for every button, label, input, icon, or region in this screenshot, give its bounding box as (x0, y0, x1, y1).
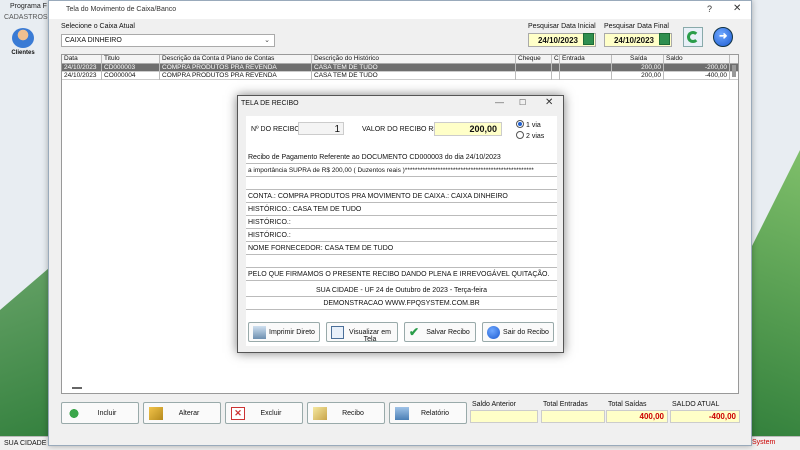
col-historico[interactable]: Descrição do Histórico (312, 55, 516, 64)
printer-icon (253, 326, 266, 339)
recibo-title: TELA DE RECIBO (241, 100, 299, 107)
clientes-icon (12, 28, 34, 48)
excluir-button[interactable]: ✕ Excluir (225, 402, 303, 424)
caixa-select[interactable]: CAIXA DINHEIRO ⌄ (61, 34, 275, 47)
visualizar-tela-button[interactable]: Visualizar em Tela (326, 322, 398, 343)
refresh-button[interactable] (683, 27, 703, 47)
main-window-title: Tela do Movimento de Caixa/Banco (66, 6, 177, 13)
grid-scrollbar[interactable] (732, 65, 736, 77)
recibo-titlebar: TELA DE RECIBO — ☐ ✕ (238, 96, 563, 111)
radio-dot (516, 120, 524, 128)
recibo-line: HISTÓRICO.: (246, 216, 557, 229)
refresh-icon (687, 31, 699, 43)
saldo-atual-label: SALDO ATUAL (672, 401, 720, 408)
col-entrada[interactable]: Entrada (560, 55, 612, 64)
recibo-line: PELO QUE FIRMAMOS O PRESENTE RECIBO DAND… (246, 268, 557, 281)
exit-icon (487, 326, 500, 339)
close-button[interactable]: ✕ (545, 97, 553, 108)
saldo-anterior-value (470, 410, 538, 423)
recibo-line (246, 255, 557, 268)
relatorio-button[interactable]: Relatório (389, 402, 467, 424)
nro-recibo-field[interactable]: 1 (298, 122, 344, 135)
grid-hscrollbar[interactable] (72, 387, 82, 389)
arrow-right-icon: ➜ (719, 31, 728, 42)
recibo-line: SUA CIDADE - UF 24 de Outubro de 2023 - … (246, 284, 557, 297)
clientes-button[interactable]: Clientes (8, 28, 38, 60)
col-c[interactable]: C (552, 55, 560, 64)
recibo-line: DEMONSTRACAO WWW.FPQSYSTEM.COM.BR (246, 297, 557, 310)
incluir-button[interactable]: Incluir (61, 402, 139, 424)
total-entradas-label: Total Entradas (543, 401, 588, 408)
recibo-line: NOME FORNECEDOR: CASA TEM DE TUDO (246, 242, 557, 255)
col-titulo[interactable]: Titulo (102, 55, 160, 64)
help-button[interactable]: ? (707, 4, 712, 14)
minimize-button[interactable]: — (495, 97, 504, 107)
saldo-anterior-label: Saldo Anterior (472, 401, 516, 408)
chevron-down-icon: ⌄ (264, 37, 270, 44)
total-saidas-value: 400,00 (606, 410, 668, 423)
search-go-button[interactable]: ➜ (713, 27, 733, 47)
table-row[interactable]: 24/10/2023 CD000003 COMPRA PRODUTOS PRA … (62, 64, 738, 72)
preview-icon (331, 326, 344, 339)
saldo-atual-value: -400,00 (670, 410, 740, 423)
valor-recibo-label: VALOR DO RECIBO R$ (362, 126, 438, 133)
alterar-button[interactable]: Alterar (143, 402, 221, 424)
radio-1-via[interactable]: 1 via (516, 120, 541, 129)
caixa-label: Selecione o Caixa Atual (61, 23, 135, 30)
calendar-icon[interactable] (659, 33, 670, 45)
main-titlebar: Tela do Movimento de Caixa/Banco ? ✕ (49, 1, 751, 19)
recibo-line: a importância SUPRA de R$ 200,00 ( Duzen… (246, 164, 557, 177)
total-saidas-label: Total Saídas (608, 401, 647, 408)
recibo-line (246, 177, 557, 190)
col-conta[interactable]: Descrição da Conta d Plano de Contas (160, 55, 312, 64)
recibo-line: CONTA.: COMPRA PRODUTOS PRA MOVIMENTO DE… (246, 190, 557, 203)
calendar-icon[interactable] (583, 33, 594, 45)
checkmark-icon: ✔ (409, 325, 420, 339)
col-data[interactable]: Data (62, 55, 102, 64)
salvar-recibo-button[interactable]: ✔ Salvar Recibo (404, 322, 476, 342)
data-inicial-label: Pesquisar Data Inicial (528, 23, 596, 30)
recibo-button[interactable]: Recibo (307, 402, 385, 424)
table-row[interactable]: 24/10/2023 CO000004 COMPRA PRODUTOS PRA … (62, 72, 738, 80)
col-saida[interactable]: Saída (612, 55, 664, 64)
total-entradas-value (541, 410, 605, 423)
recibo-body: Nº DO RECIBO 1 VALOR DO RECIBO R$ 200,00… (246, 116, 557, 346)
data-final-label: Pesquisar Data Final (604, 23, 669, 30)
clientes-label: Clientes (11, 50, 35, 56)
recibo-line: HISTÓRICO.: CASA TEM DE TUDO (246, 203, 557, 216)
col-cheque[interactable]: Cheque (516, 55, 552, 64)
radio-2-vias[interactable]: 2 vias (516, 131, 544, 140)
recibo-line: Recibo de Pagamento Referente ao DOCUMEN… (246, 151, 557, 164)
valor-recibo-field[interactable]: 200,00 (434, 122, 502, 136)
close-button[interactable]: ✕ (733, 3, 741, 14)
recibo-dialog: TELA DE RECIBO — ☐ ✕ Nº DO RECIBO 1 VALO… (237, 95, 564, 353)
imprimir-direto-button[interactable]: Imprimir Direto (248, 322, 320, 342)
caixa-select-value: CAIXA DINHEIRO (65, 37, 122, 44)
nro-recibo-label: Nº DO RECIBO (251, 126, 300, 133)
radio-dot (516, 131, 524, 139)
col-saldo[interactable]: Saldo (664, 55, 730, 64)
system-label: System (752, 439, 776, 446)
sair-recibo-button[interactable]: Sair do Recibo (482, 322, 554, 342)
grid-header: Data Titulo Descrição da Conta d Plano d… (62, 55, 738, 64)
maximize-button[interactable]: ☐ (519, 98, 526, 107)
recibo-line: HISTÓRICO.: (246, 229, 557, 242)
